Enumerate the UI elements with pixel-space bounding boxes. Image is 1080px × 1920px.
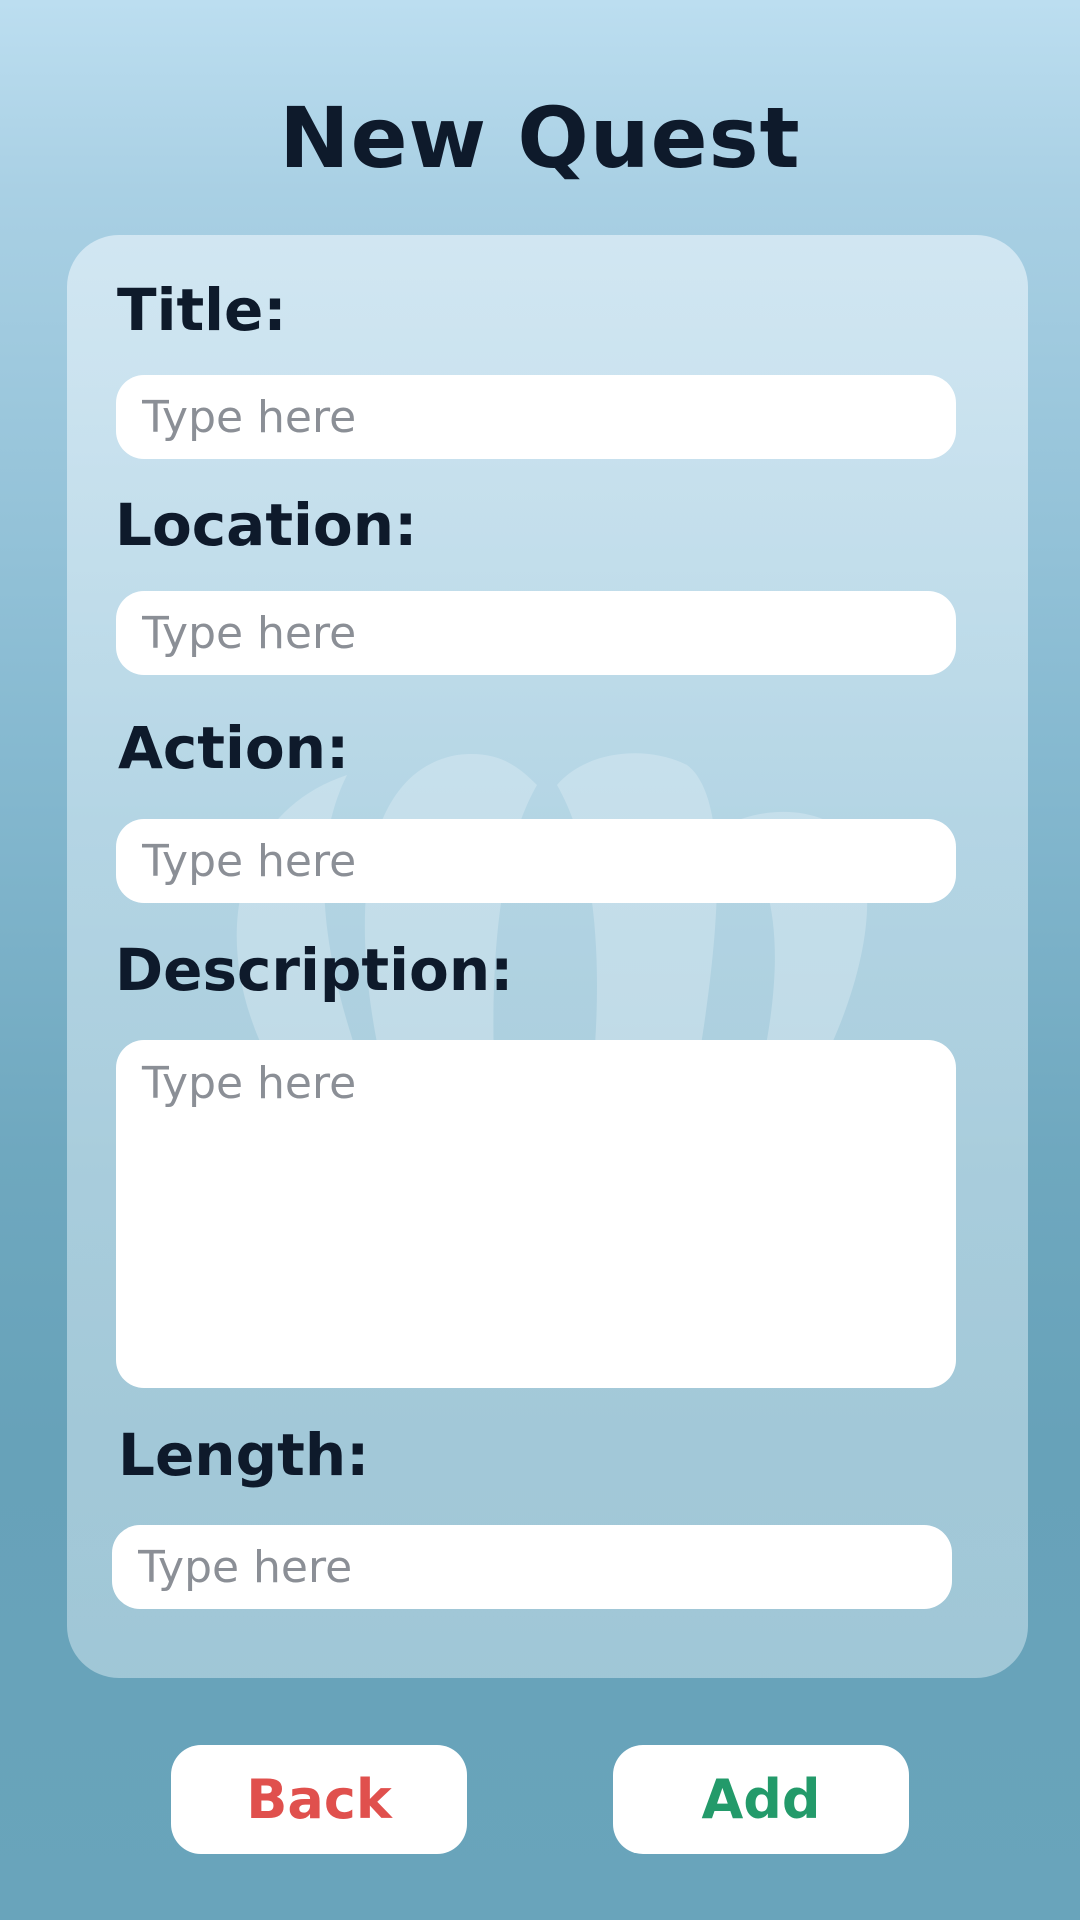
location-label: Location: [115,491,418,559]
quest-form-card: Title: Location: Action: Description: Le… [67,235,1028,1678]
add-button[interactable]: Add [613,1745,909,1854]
action-label: Action: [118,714,350,782]
action-input[interactable] [116,819,956,903]
description-label: Description: [115,936,514,1004]
back-button[interactable]: Back [171,1745,467,1854]
title-label: Title: [117,276,287,344]
title-input[interactable] [116,375,956,459]
length-input[interactable] [112,1525,952,1609]
description-textarea[interactable] [116,1040,956,1388]
length-label: Length: [118,1421,370,1489]
location-input[interactable] [116,591,956,675]
page-title: New Quest [279,89,801,187]
